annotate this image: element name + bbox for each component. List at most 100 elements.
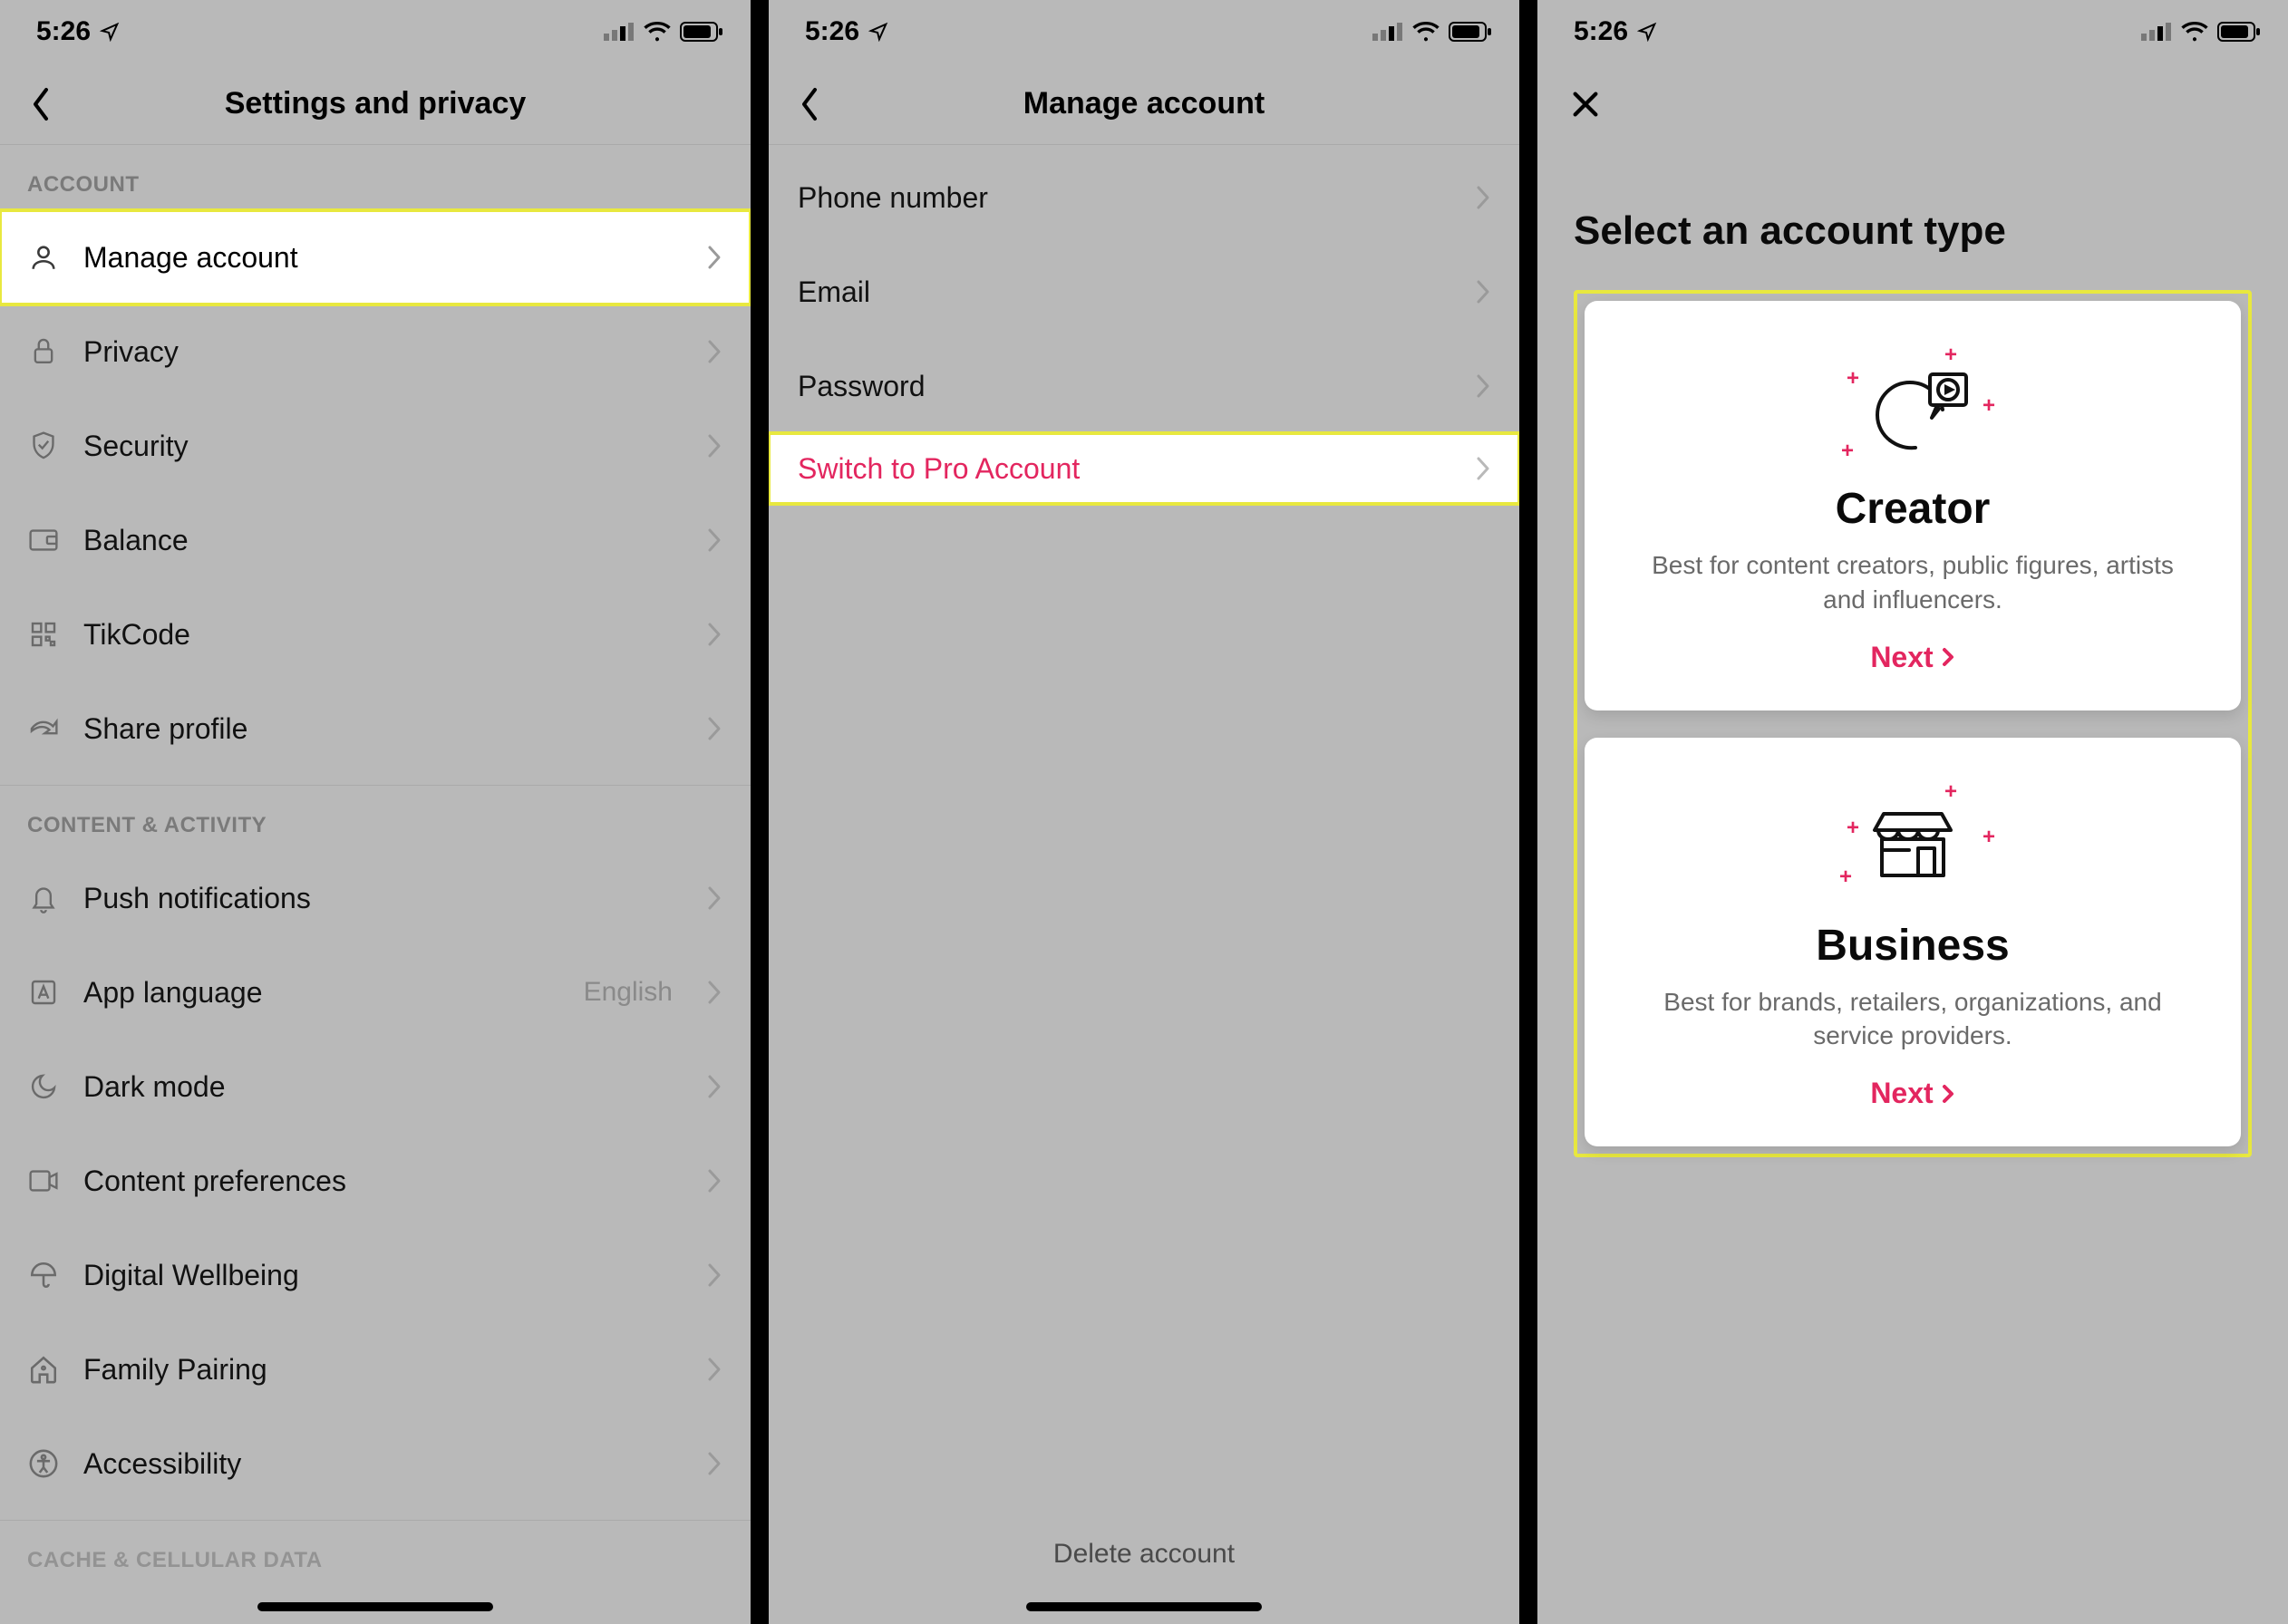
card-next-label: Next	[1870, 1077, 1933, 1110]
row-email[interactable]: Email	[769, 245, 1519, 339]
row-app-language[interactable]: App language English	[0, 945, 751, 1039]
status-time: 5:26	[36, 16, 91, 47]
lock-icon	[25, 334, 62, 370]
nav-header: Settings and privacy	[0, 63, 751, 145]
row-label: Push notifications	[83, 882, 682, 915]
row-label: Email	[798, 276, 1450, 309]
nav-header: Manage account	[769, 63, 1519, 145]
row-label: Security	[83, 430, 682, 463]
status-right	[604, 22, 723, 42]
row-security[interactable]: Security	[0, 399, 751, 493]
row-share-profile[interactable]: Share profile	[0, 682, 751, 776]
location-icon	[100, 22, 120, 42]
location-icon	[868, 22, 888, 42]
card-business[interactable]: + + + + Business Best for brands	[1585, 738, 2241, 1147]
chevron-left-icon	[29, 86, 53, 122]
home-indicator[interactable]	[1026, 1602, 1262, 1611]
row-balance[interactable]: Balance	[0, 493, 751, 587]
row-phone-number[interactable]: Phone number	[769, 150, 1519, 245]
cellular-icon	[2141, 23, 2172, 41]
chevron-right-icon	[703, 1453, 725, 1474]
row-password[interactable]: Password	[769, 339, 1519, 433]
row-label: TikCode	[83, 618, 682, 652]
chevron-right-icon	[1472, 458, 1494, 479]
row-manage-account[interactable]: Manage account	[0, 210, 751, 304]
chevron-right-icon	[1472, 187, 1494, 208]
row-push-notifications[interactable]: Push notifications	[0, 851, 751, 945]
wallet-icon	[25, 522, 62, 558]
row-switch-pro[interactable]: Switch to Pro Account	[769, 433, 1519, 504]
location-icon	[1637, 22, 1657, 42]
card-subtitle: Best for content creators, public figure…	[1632, 548, 2194, 617]
row-label: Accessibility	[83, 1447, 682, 1481]
share-icon	[25, 710, 62, 747]
umbrella-icon	[25, 1257, 62, 1293]
creator-icon: + + + +	[1836, 341, 1990, 468]
close-button[interactable]	[1563, 82, 1608, 127]
row-label: Content preferences	[83, 1165, 682, 1198]
list-account: Manage account Privacy Security Balance	[0, 210, 751, 776]
status-time: 5:26	[1574, 16, 1628, 47]
row-dark-mode[interactable]: Dark mode	[0, 1039, 751, 1134]
chevron-right-icon	[703, 1076, 725, 1097]
business-icon: + + + +	[1836, 778, 1990, 904]
chevron-right-icon	[1941, 1083, 1955, 1105]
chevron-right-icon	[703, 718, 725, 740]
screen-select-account-type: 5:26 Select an account type +	[1537, 0, 2288, 1624]
wifi-icon	[1412, 22, 1440, 42]
chevron-right-icon	[703, 1264, 725, 1286]
home-icon	[25, 1351, 62, 1387]
status-bar: 5:26	[1537, 0, 2288, 63]
wifi-icon	[644, 22, 671, 42]
row-family-pairing[interactable]: Family Pairing	[0, 1322, 751, 1416]
row-label: Family Pairing	[83, 1353, 682, 1387]
chevron-right-icon	[703, 529, 725, 551]
row-tikcode[interactable]: TikCode	[0, 587, 751, 682]
chevron-right-icon	[1472, 375, 1494, 397]
screen-settings: 5:26 Settings and privacy ACCOUNT Mana	[0, 0, 751, 1624]
battery-icon	[680, 22, 723, 42]
section-header-account: ACCOUNT	[0, 145, 751, 210]
row-label: Password	[798, 370, 1450, 403]
cards-highlight-wrap: + + + + Creator B	[1574, 290, 2252, 1157]
row-digital-wellbeing[interactable]: Digital Wellbeing	[0, 1228, 751, 1322]
list-content: Push notifications App language English …	[0, 851, 751, 1511]
chevron-right-icon	[703, 624, 725, 645]
row-label: App language	[83, 976, 562, 1010]
row-label: Dark mode	[83, 1070, 682, 1104]
chevron-right-icon	[703, 887, 725, 909]
back-button[interactable]	[787, 82, 832, 127]
row-accessibility[interactable]: Accessibility	[0, 1416, 751, 1511]
accessibility-icon	[25, 1445, 62, 1482]
row-label: Manage account	[83, 241, 682, 275]
home-indicator[interactable]	[257, 1602, 493, 1611]
status-right	[2141, 22, 2261, 42]
back-button[interactable]	[18, 82, 63, 127]
chevron-right-icon	[703, 246, 725, 268]
cellular-icon	[604, 23, 635, 41]
page-title: Manage account	[1023, 86, 1265, 121]
card-next-button[interactable]: Next	[1870, 641, 1954, 674]
page-title: Settings and privacy	[225, 86, 527, 121]
cellular-icon	[1372, 23, 1403, 41]
chevron-right-icon	[703, 1170, 725, 1192]
status-time: 5:26	[805, 16, 859, 47]
card-creator[interactable]: + + + + Creator B	[1585, 301, 2241, 710]
chevron-right-icon	[1941, 646, 1955, 668]
card-next-label: Next	[1870, 641, 1933, 674]
delete-account-button[interactable]: Delete account	[769, 1539, 1519, 1570]
wifi-icon	[2181, 22, 2208, 42]
chevron-right-icon	[1472, 281, 1494, 303]
language-icon	[25, 974, 62, 1010]
row-privacy[interactable]: Privacy	[0, 304, 751, 399]
qr-icon	[25, 616, 62, 652]
row-label: Privacy	[83, 335, 682, 369]
card-next-button[interactable]: Next	[1870, 1077, 1954, 1110]
moon-icon	[25, 1068, 62, 1105]
row-label: Switch to Pro Account	[798, 452, 1450, 486]
shield-icon	[25, 428, 62, 464]
status-bar: 5:26	[769, 0, 1519, 63]
battery-icon	[2217, 22, 2261, 42]
row-content-preferences[interactable]: Content preferences	[0, 1134, 751, 1228]
card-title: Business	[1816, 921, 2009, 971]
